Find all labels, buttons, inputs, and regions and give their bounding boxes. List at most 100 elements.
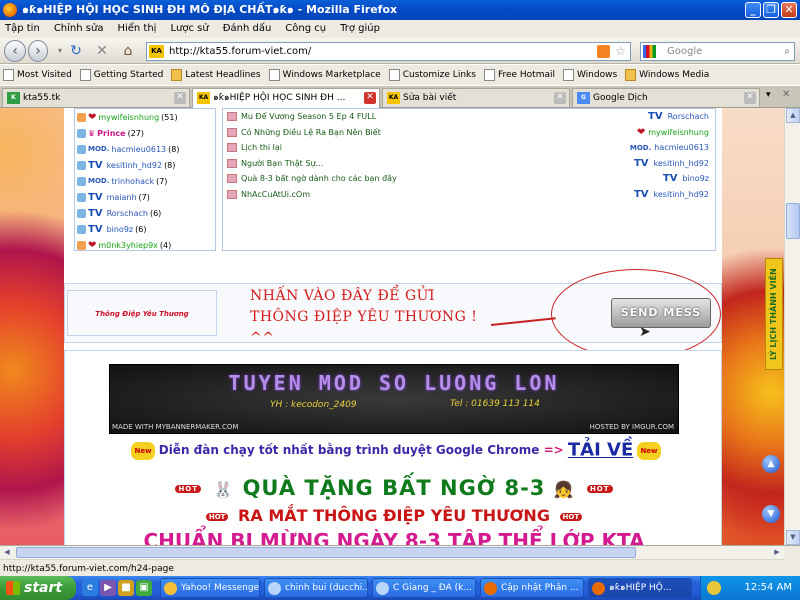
status-url: http://kta55.forum-viet.com/h24-page bbox=[3, 564, 174, 574]
user-rank-icon bbox=[77, 176, 86, 186]
firefox-icon bbox=[592, 582, 605, 595]
bookmark-windows-marketplace[interactable]: Windows Marketplace bbox=[268, 65, 381, 85]
tab-close-icon[interactable]: ✕ bbox=[174, 92, 186, 104]
quicklaunch-desktop-icon[interactable]: ▣ bbox=[136, 580, 152, 596]
taskbar-chat-2[interactable]: C Giang _ ĐA (k... bbox=[372, 578, 476, 598]
menu-edit[interactable]: Chỉnh sửa bbox=[54, 20, 104, 38]
tab-close-icon[interactable]: ✕ bbox=[554, 92, 566, 104]
close-tab-icon[interactable]: ✕ bbox=[782, 89, 790, 100]
windows-flag-icon bbox=[6, 581, 20, 595]
page-icon bbox=[388, 69, 400, 81]
tab-close-icon[interactable]: ✕ bbox=[364, 92, 376, 104]
clock[interactable]: 12:54 AM bbox=[745, 582, 792, 593]
window-titlebar: ๑ƙ๑HIỆP HỘI HỌC SINH ĐH MÔ ĐỊA CHẤT๑ƙ๑ -… bbox=[0, 0, 800, 20]
scroll-down-arrow-icon[interactable]: ▼ bbox=[786, 530, 800, 545]
maximize-button[interactable]: ❐ bbox=[763, 2, 779, 18]
gift-heading[interactable]: HOT 🐰 QUÀ TẶNG BẤT NGỜ 8-3 👧 HOT bbox=[65, 476, 723, 500]
tab-kta55[interactable]: K kta55.tk ✕ bbox=[2, 88, 190, 107]
annotation-line bbox=[490, 317, 556, 326]
chrome-download-line: New Diễn đàn chạy tốt nhất bằng trình du… bbox=[121, 441, 671, 460]
scrollbar-thumb[interactable] bbox=[786, 203, 800, 239]
scroll-down-icon[interactable]: ▼ bbox=[762, 505, 780, 523]
tab-hiep-hoi[interactable]: KA ๑ƙ๑HIỆP HỘI HỌC SINH ĐH ... ✕ bbox=[192, 88, 380, 108]
quicklaunch-media-icon[interactable]: ▶ bbox=[100, 580, 116, 596]
scroll-right-icon[interactable]: ▶ bbox=[770, 546, 784, 559]
hot-badge: HOT bbox=[559, 512, 583, 521]
close-window-button[interactable]: ✕ bbox=[781, 2, 797, 18]
celebration-heading[interactable]: CHUẨN BỊ MỪNG NGÀY 8-3 TẬP THỂ LỚP KTA bbox=[65, 529, 723, 545]
menu-bookmarks[interactable]: Đánh dấu bbox=[223, 20, 272, 38]
list-item[interactable]: TV bino9z (6) bbox=[75, 221, 215, 237]
bookmark-windows[interactable]: Windows bbox=[562, 65, 617, 85]
download-link[interactable]: TẢI VỀ bbox=[568, 440, 633, 461]
bookmark-getting-started[interactable]: Getting Started bbox=[79, 65, 163, 85]
menu-tools[interactable]: Công cụ bbox=[285, 20, 326, 38]
start-button[interactable]: start bbox=[0, 576, 76, 600]
bookmarks-toolbar: Most Visited Getting Started Latest Head… bbox=[0, 65, 800, 85]
search-input[interactable]: Google ⌕ bbox=[640, 42, 795, 61]
rss-icon[interactable] bbox=[597, 45, 610, 58]
launch-heading[interactable]: HOT RA MẮT THÔNG ĐIỆP YÊU THƯƠNG HOT bbox=[65, 506, 723, 525]
scroll-up-icon[interactable]: ▲ bbox=[762, 455, 780, 473]
send-mess-button[interactable]: SEND MESS bbox=[611, 298, 711, 328]
list-item[interactable]: TV Rorschach (6) bbox=[75, 205, 215, 221]
url-bar[interactable]: KA http://kta55.forum-viet.com/ ☆ bbox=[146, 42, 631, 61]
stop-icon[interactable]: ✕ bbox=[94, 43, 110, 59]
minimize-button[interactable]: _ bbox=[745, 2, 761, 18]
vertical-scrollbar[interactable]: ▲ ▼ bbox=[784, 108, 800, 545]
list-item[interactable]: ❤ mywifeisnhung (51) bbox=[75, 109, 215, 125]
bookmark-latest-headlines[interactable]: Latest Headlines bbox=[171, 65, 261, 85]
hot-badge: HOT bbox=[175, 485, 202, 493]
menu-history[interactable]: Lược sử bbox=[170, 20, 208, 38]
firefox-icon bbox=[484, 582, 497, 595]
menu-file[interactable]: Tập tin bbox=[5, 20, 40, 38]
navigation-toolbar: ‹ › ▾ ↻ ✕ ⌂ KA http://kta55.forum-viet.c… bbox=[0, 38, 800, 64]
topic-icon bbox=[227, 112, 237, 122]
recruitment-banner[interactable]: TUYEN MOD SO LUONG LON YH : kecodon_2409… bbox=[109, 364, 679, 434]
list-item: Người Bạn Thật Sự... TV kesitinh_hd92 bbox=[223, 156, 715, 172]
bookmark-free-hotmail[interactable]: Free Hotmail bbox=[483, 65, 555, 85]
horizontal-scroll-thumb[interactable] bbox=[16, 547, 636, 558]
tab-sua-bai-viet[interactable]: KA Sửa bài viết ✕ bbox=[382, 88, 570, 107]
quicklaunch-folder-icon[interactable]: ■ bbox=[118, 580, 134, 596]
love-message-box: Thông Điệp Yêu Thương NHẤN VÀO ĐÂY ĐỂ GỬ… bbox=[64, 269, 722, 359]
list-item[interactable]: TV maianh (7) bbox=[75, 189, 215, 205]
home-icon[interactable]: ⌂ bbox=[120, 43, 136, 59]
menu-view[interactable]: Hiển thị bbox=[117, 20, 156, 38]
forward-icon[interactable]: › bbox=[28, 40, 48, 62]
bookmark-customize-links[interactable]: Customize Links bbox=[388, 65, 476, 85]
scroll-left-icon[interactable]: ◀ bbox=[0, 546, 14, 559]
list-item[interactable]: MOD. trinhohack (7) bbox=[75, 173, 215, 189]
topic-icon bbox=[227, 127, 237, 137]
search-icon[interactable]: ⌕ bbox=[784, 43, 790, 60]
horizontal-scrollbar[interactable]: ◀ ▶ bbox=[0, 546, 784, 560]
reload-icon[interactable]: ↻ bbox=[68, 43, 84, 59]
user-rank-icon bbox=[77, 128, 86, 138]
list-item[interactable]: ♛ Prince (27) bbox=[75, 125, 215, 141]
bookmark-star-icon[interactable]: ☆ bbox=[615, 43, 626, 60]
list-item[interactable]: MOD. hacmieu0613 (8) bbox=[75, 141, 215, 157]
list-item[interactable]: TV kesitinh_hd92 (8) bbox=[75, 157, 215, 173]
member-profile-tab[interactable]: LÝ LỊCH THÀNH VIÊN bbox=[765, 258, 783, 370]
bookmark-most-visited[interactable]: Most Visited bbox=[3, 65, 72, 85]
quicklaunch-ie-icon[interactable]: e bbox=[82, 580, 98, 596]
user-rank-icon bbox=[77, 192, 86, 202]
scroll-up-arrow-icon[interactable]: ▲ bbox=[786, 108, 800, 123]
tab-close-icon[interactable]: ✕ bbox=[744, 92, 756, 104]
tab-google-dich[interactable]: G Google Dịch ✕ bbox=[572, 88, 760, 107]
site-favicon-icon: KA bbox=[149, 45, 164, 58]
taskbar-firefox-1[interactable]: Cập nhật Phân ... bbox=[480, 578, 584, 598]
taskbar-chat-1[interactable]: chinh bui (ducchi... bbox=[264, 578, 368, 598]
bookmark-windows-media[interactable]: Windows Media bbox=[625, 65, 709, 85]
back-icon[interactable]: ‹ bbox=[4, 40, 26, 62]
heart-icon: ❤ bbox=[88, 239, 97, 251]
taskbar-yahoo-messenger[interactable]: Yahoo! Messenger bbox=[160, 578, 260, 598]
menu-help[interactable]: Trợ giúp bbox=[340, 20, 380, 38]
history-dropdown-icon[interactable]: ▾ bbox=[52, 43, 68, 59]
hot-badge: HOT bbox=[205, 512, 229, 521]
list-item[interactable]: ❤ m0nk3yhiep9x (4) bbox=[75, 237, 215, 253]
taskbar-firefox-2[interactable]: ๑ƙ๑HIỆP HỘ... bbox=[588, 578, 692, 598]
tab-list-icon[interactable]: ▾ bbox=[766, 90, 771, 100]
google-icon[interactable] bbox=[643, 45, 656, 58]
tray-icon[interactable] bbox=[707, 581, 721, 595]
